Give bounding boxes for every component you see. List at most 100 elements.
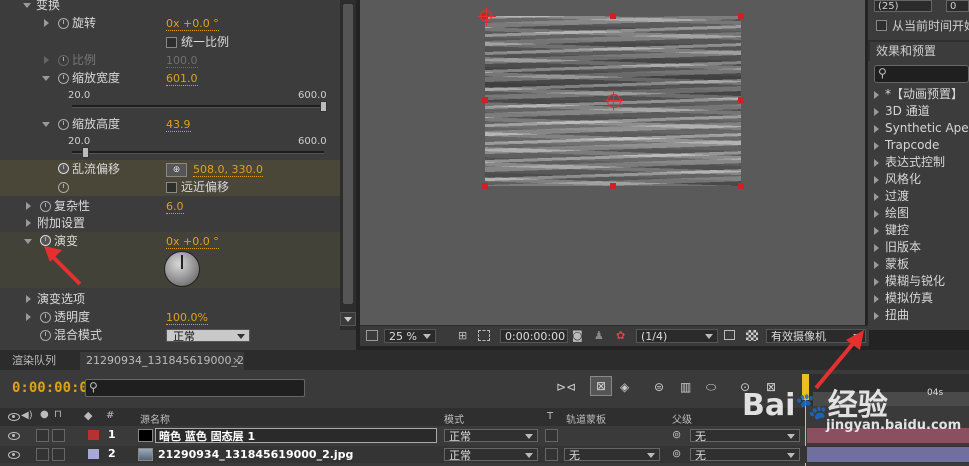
layer-parent-select[interactable]: 无: [690, 429, 800, 443]
stopwatch-icon[interactable]: [58, 182, 69, 193]
edge-handle[interactable]: [610, 13, 616, 19]
expand-right-icon[interactable]: [874, 91, 879, 99]
resolution-select[interactable]: (1/4): [636, 329, 718, 343]
stopwatch-icon[interactable]: [40, 201, 51, 212]
evolution-options-row[interactable]: 演变选项: [0, 290, 340, 308]
expand-down-icon[interactable]: [42, 76, 50, 81]
expand-right-icon[interactable]: [874, 210, 879, 218]
scale-height-value[interactable]: 43.9: [166, 118, 191, 132]
layer-duration-bar[interactable]: [807, 447, 969, 462]
expand-right-icon[interactable]: [874, 227, 879, 235]
layer-mode-select[interactable]: 正常: [444, 448, 538, 462]
corner-handle[interactable]: [738, 183, 744, 189]
frame-blending-icon[interactable]: ⊜: [654, 380, 664, 394]
stopwatch-icon[interactable]: [40, 312, 51, 323]
lock-toggle[interactable]: [52, 448, 65, 461]
from-current-time-checkbox[interactable]: [876, 20, 887, 31]
visibility-icon[interactable]: [8, 451, 20, 459]
evolution-angle-dial[interactable]: [164, 251, 200, 287]
zoom-select[interactable]: 25 %: [384, 329, 436, 343]
color-channel-icon[interactable]: ✿: [616, 330, 628, 341]
edge-handle[interactable]: [482, 97, 488, 103]
expand-right-icon[interactable]: [26, 202, 31, 210]
stopwatch-icon[interactable]: [58, 18, 69, 29]
list-item[interactable]: 风格化: [868, 171, 969, 188]
draft-3d-icon[interactable]: ⊠: [590, 376, 612, 396]
camera-snapshot-icon[interactable]: ◙: [572, 330, 584, 341]
list-item[interactable]: Trapcode: [868, 137, 969, 154]
table-row[interactable]: 2 21290934_131845619000_2.jpg 正常 无 ⊚ 无: [0, 446, 969, 463]
visibility-icon[interactable]: [8, 432, 20, 440]
expand-right-icon[interactable]: [26, 219, 31, 227]
expand-right-icon[interactable]: [874, 108, 879, 116]
edge-handle[interactable]: [610, 183, 616, 189]
timeline-timecode[interactable]: 0:00:00:00: [12, 380, 96, 396]
scroll-down-button[interactable]: [340, 312, 356, 326]
list-item[interactable]: 键控: [868, 222, 969, 239]
pickwhip-icon[interactable]: ⊚: [672, 447, 681, 460]
tab-composition[interactable]: 21290934_131845619000_2 ×: [80, 352, 244, 370]
corner-handle[interactable]: [738, 13, 744, 19]
track-matte-select[interactable]: 无: [564, 448, 660, 462]
tab-render-queue[interactable]: 渲染队列: [12, 352, 56, 370]
solo-toggle[interactable]: [36, 448, 49, 461]
scale-width-slider-handle[interactable]: [320, 101, 327, 112]
layer-mode-select[interactable]: 正常: [444, 429, 538, 443]
expand-right-icon[interactable]: [874, 244, 879, 252]
preserve-transparency-toggle[interactable]: [545, 429, 558, 442]
show-snapshot-icon[interactable]: ♟: [594, 330, 606, 341]
scale-width-slider[interactable]: [72, 105, 324, 108]
list-item[interactable]: 模糊与锐化: [868, 273, 969, 290]
stopwatch-icon[interactable]: [58, 119, 69, 130]
expand-right-icon[interactable]: [874, 176, 879, 184]
opacity-value[interactable]: 100.0%: [166, 311, 208, 325]
list-item[interactable]: 扭曲: [868, 307, 969, 324]
expand-right-icon[interactable]: [874, 278, 879, 286]
list-item[interactable]: Synthetic Aperture: [868, 120, 969, 137]
effect-controls-scrollbar[interactable]: [340, 0, 356, 330]
expand-right-icon[interactable]: [26, 295, 31, 303]
list-item[interactable]: 表达式控制: [868, 154, 969, 171]
expand-right-icon[interactable]: [874, 125, 879, 133]
lock-toggle[interactable]: [52, 429, 65, 442]
edge-handle[interactable]: [738, 97, 744, 103]
scale-width-value[interactable]: 601.0: [166, 72, 198, 86]
expand-right-icon[interactable]: [874, 159, 879, 167]
close-icon[interactable]: ×: [232, 352, 241, 370]
list-item[interactable]: 绘图: [868, 205, 969, 222]
layer-label-color[interactable]: [88, 449, 99, 459]
timeline-search-input[interactable]: ⚲: [85, 379, 305, 397]
solo-toggle[interactable]: [36, 429, 49, 442]
evolution-value[interactable]: 0x +0.0 °: [166, 235, 219, 249]
scale-height-slider[interactable]: [72, 151, 324, 154]
expand-right-icon[interactable]: [874, 295, 879, 303]
stopwatch-active-icon[interactable]: [58, 163, 69, 174]
blend-mode-select[interactable]: 正常: [166, 329, 250, 343]
list-item[interactable]: 3D 通道: [868, 103, 969, 120]
expand-down-icon[interactable]: [23, 3, 31, 8]
corner-handle[interactable]: [482, 183, 488, 189]
sub-settings-row[interactable]: 附加设置: [0, 214, 340, 232]
uniform-scale-checkbox[interactable]: [166, 37, 177, 48]
effects-search-input[interactable]: ⚲: [874, 65, 969, 83]
composition-mini-flowchart-icon[interactable]: ⊳⊲: [556, 380, 576, 394]
expand-down-icon[interactable]: [42, 122, 50, 127]
crosshair-picker-icon[interactable]: ⊕: [166, 163, 187, 177]
list-item[interactable]: 蒙板: [868, 256, 969, 273]
scale-height-slider-handle[interactable]: [82, 147, 90, 158]
scrollbar-thumb[interactable]: [343, 4, 353, 304]
list-item[interactable]: *【动画预置】: [868, 86, 969, 103]
current-time-field[interactable]: 0:00:00:00: [500, 329, 568, 343]
anchor-point-icon[interactable]: [605, 92, 623, 110]
turbulence-offset-value[interactable]: 508.0, 330.0: [193, 163, 263, 177]
expand-down-icon[interactable]: [24, 239, 32, 244]
table-row[interactable]: 1 暗色 蓝色 固态层 1 正常 ⊚ 无: [0, 427, 969, 444]
top-select-1[interactable]: (25): [874, 0, 932, 12]
rotation-value[interactable]: 0x +0.0 °: [166, 17, 219, 31]
mask-visibility-icon[interactable]: [478, 330, 490, 341]
source-name-header[interactable]: 源名称: [140, 411, 170, 426]
list-item[interactable]: 模拟仿真: [868, 290, 969, 307]
list-item[interactable]: 旧版本: [868, 239, 969, 256]
stopwatch-icon[interactable]: [58, 73, 69, 84]
brainstorm-icon[interactable]: ⬭: [706, 380, 716, 395]
